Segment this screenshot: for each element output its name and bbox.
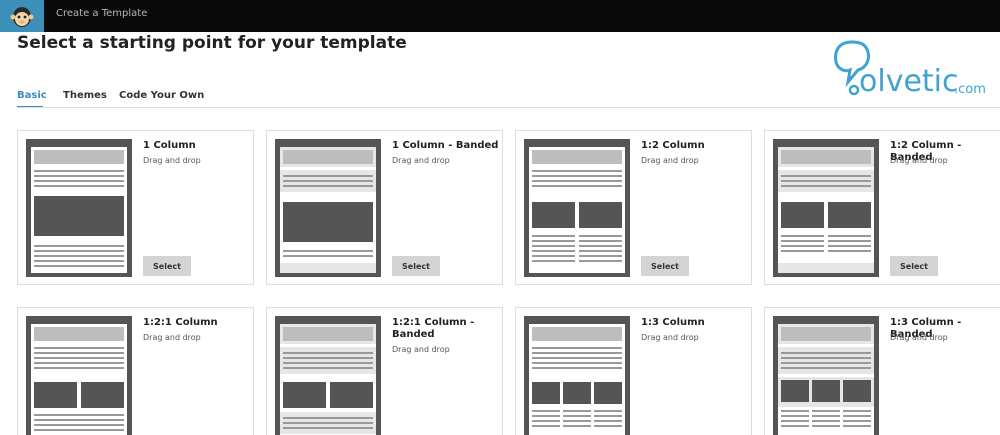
template-card-1-2-column[interactable]: 1:2 Column Drag and drop Select — [515, 130, 752, 285]
template-card-1-column[interactable]: 1 Column Drag and drop Select — [17, 130, 254, 285]
mailchimp-monkey-icon — [10, 7, 34, 27]
app-logo[interactable] — [0, 0, 44, 32]
template-tabs: Basic Themes Code Your Own — [17, 90, 1000, 108]
tab-code-your-own[interactable]: Code Your Own — [119, 90, 204, 101]
layout-thumbnail-1-column — [26, 139, 132, 277]
template-card-1-2-1-column[interactable]: 1:2:1 Column Drag and drop — [17, 307, 254, 435]
template-title: 1:2:1 Column - Banded — [392, 317, 475, 340]
layout-thumbnail-1-2-column — [524, 139, 630, 277]
tab-basic[interactable]: Basic — [17, 90, 47, 101]
layout-thumbnail-1-2-column-banded — [773, 139, 879, 277]
template-subtitle: Drag and drop — [641, 156, 699, 165]
select-button[interactable]: Select — [143, 256, 191, 276]
tabs-divider — [17, 107, 1000, 108]
layout-thumbnail-1-2-1-column — [26, 316, 132, 435]
template-card-1-column-banded[interactable]: 1 Column - Banded Drag and drop Select — [266, 130, 503, 285]
template-card-1-3-column[interactable]: 1:3 Column Drag and drop — [515, 307, 752, 435]
template-title: 1 Column — [143, 140, 196, 151]
template-title: 1 Column - Banded — [392, 140, 499, 151]
template-subtitle: Drag and drop — [890, 333, 948, 342]
top-bar: Create a Template — [0, 0, 1000, 32]
template-title: 1:2 Column — [641, 140, 705, 151]
page-title: Select a starting point for your templat… — [17, 33, 407, 53]
select-button[interactable]: Select — [890, 256, 938, 276]
layout-thumbnail-1-3-column-banded — [773, 316, 879, 435]
select-button[interactable]: Select — [392, 256, 440, 276]
layout-thumbnail-1-3-column — [524, 316, 630, 435]
template-subtitle: Drag and drop — [143, 333, 201, 342]
template-title: 1:2:1 Column — [143, 317, 218, 328]
tab-themes[interactable]: Themes — [63, 90, 107, 101]
template-subtitle: Drag and drop — [143, 156, 201, 165]
template-subtitle: Drag and drop — [641, 333, 699, 342]
select-button[interactable]: Select — [641, 256, 689, 276]
template-title: 1:3 Column — [641, 317, 705, 328]
topbar-title: Create a Template — [56, 8, 148, 19]
layout-thumbnail-1-2-1-column-banded — [275, 316, 381, 435]
template-card-1-2-1-column-banded[interactable]: 1:2:1 Column - Banded Drag and drop — [266, 307, 503, 435]
layout-thumbnail-1-column-banded — [275, 139, 381, 277]
template-subtitle: Drag and drop — [392, 345, 450, 354]
template-card-1-2-column-banded[interactable]: 1:2 Column - Banded Drag and drop Select — [764, 130, 1000, 285]
template-card-1-3-column-banded[interactable]: 1:3 Column - Banded Drag and drop — [764, 307, 1000, 435]
template-subtitle: Drag and drop — [392, 156, 450, 165]
template-subtitle: Drag and drop — [890, 156, 948, 165]
